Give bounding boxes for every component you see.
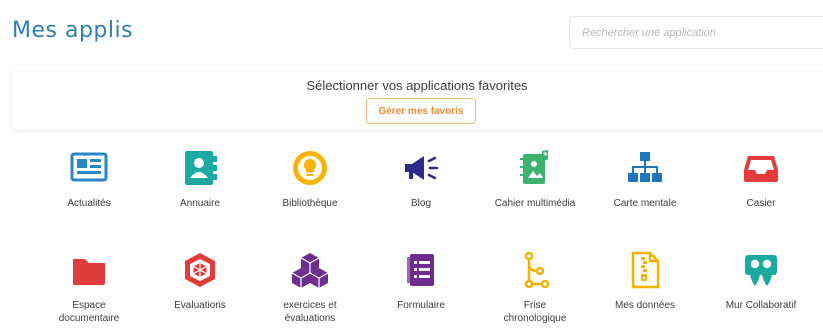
app-label: Casier (746, 198, 776, 209)
app-label: Frise chronologique (503, 300, 567, 324)
app-evaluations[interactable]: Evaluations (148, 250, 252, 312)
app-label: Actualités (67, 198, 111, 209)
app-annuaire[interactable]: Annuaire (148, 148, 252, 210)
lightbulb-icon (290, 148, 330, 188)
app-blog[interactable]: Blog (369, 148, 473, 210)
slideshare-icon (741, 250, 781, 290)
inbox-tray-icon (741, 148, 781, 188)
app-label: Evaluations (174, 300, 226, 311)
address-book-icon (180, 148, 220, 188)
app-mur-collaboratif[interactable]: Mur Collaboratif (709, 250, 813, 312)
form-list-icon (401, 250, 441, 290)
app-grid: Actualités Annuaire Bibliothèque Blog Ca… (0, 0, 823, 333)
app-carte-mentale[interactable]: Carte mentale (593, 148, 697, 210)
app-label: Espace documentaire (58, 300, 120, 324)
file-zip-icon (625, 250, 665, 290)
sitemap-icon (625, 148, 665, 188)
megaphone-icon (401, 148, 441, 188)
app-formulaire[interactable]: Formulaire (369, 250, 473, 312)
app-exercices-evaluations[interactable]: exercices et évaluations (258, 250, 362, 325)
app-label: Annuaire (179, 198, 221, 209)
app-label: Mes données (614, 300, 676, 311)
target-icon (180, 250, 220, 290)
newspaper-icon (69, 148, 109, 188)
app-label: Cahier multimédia (494, 198, 576, 209)
app-cahier-multimedia[interactable]: Cahier multimédia (483, 148, 587, 210)
app-label: Carte mentale (613, 198, 677, 209)
app-label: Blog (410, 198, 431, 209)
cubes-icon (290, 250, 330, 290)
app-bibliotheque[interactable]: Bibliothèque (258, 148, 362, 210)
app-actualites[interactable]: Actualités (37, 148, 141, 210)
app-label: Bibliothèque (282, 198, 338, 209)
app-mes-donnees[interactable]: Mes données (593, 250, 697, 312)
app-label: Mur Collaboratif (725, 300, 797, 311)
app-casier[interactable]: Casier (709, 148, 813, 210)
app-frise-chronologique[interactable]: Frise chronologique (483, 250, 587, 325)
multimedia-notebook-icon (515, 148, 555, 188)
timeline-icon (515, 250, 555, 290)
app-espace-documentaire[interactable]: Espace documentaire (37, 250, 141, 325)
app-label: Formulaire (397, 300, 445, 311)
folder-icon (69, 250, 109, 290)
app-label: exercices et évaluations (283, 300, 337, 324)
